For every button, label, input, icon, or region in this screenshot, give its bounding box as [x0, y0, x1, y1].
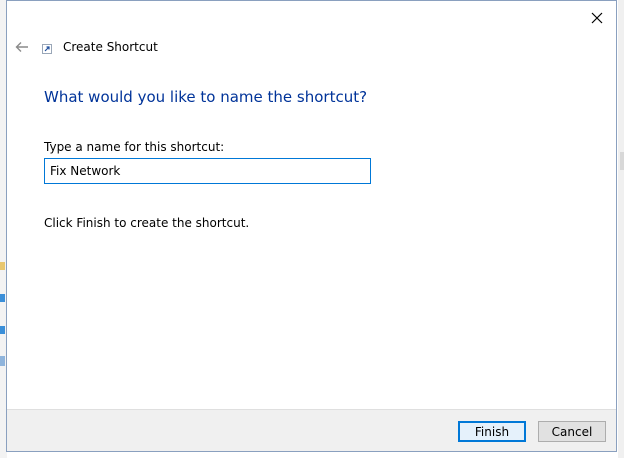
create-shortcut-dialog: Create Shortcut What would you like to n…: [6, 0, 617, 452]
back-arrow-icon: [15, 42, 28, 52]
finish-button[interactable]: Finish: [458, 421, 526, 442]
dialog-title: Create Shortcut: [63, 40, 158, 54]
background-window-strip-right: [618, 0, 624, 458]
background-scrollbar-mark: [620, 152, 624, 170]
shortcut-name-label: Type a name for this shortcut:: [44, 140, 225, 154]
background-icon-mark: [0, 356, 5, 366]
cancel-button[interactable]: Cancel: [538, 421, 606, 442]
close-button[interactable]: [586, 7, 608, 29]
shortcut-icon: [42, 44, 52, 54]
background-icon-mark: [0, 294, 5, 302]
button-bar: Finish Cancel: [7, 409, 616, 451]
background-icon-mark: [0, 326, 5, 334]
back-button[interactable]: [12, 39, 32, 55]
close-icon: [591, 12, 603, 24]
page-heading: What would you like to name the shortcut…: [44, 88, 368, 106]
background-folder-mark: [0, 262, 5, 270]
shortcut-name-input[interactable]: [44, 158, 371, 184]
finish-instructions: Click Finish to create the shortcut.: [44, 216, 250, 230]
